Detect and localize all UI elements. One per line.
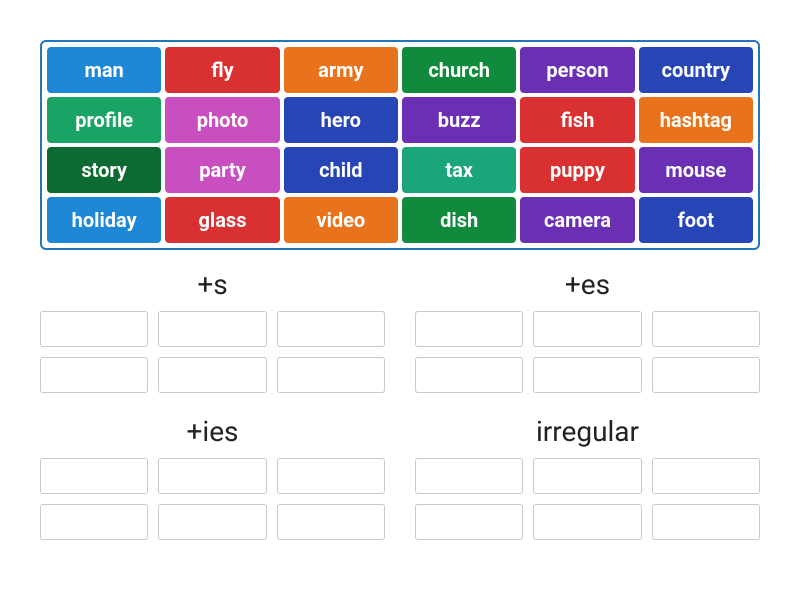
word-tile-mouse[interactable]: mouse [639,147,753,193]
drop-slot[interactable] [158,357,266,393]
word-tile-tax[interactable]: tax [402,147,516,193]
drop-slot[interactable] [415,311,523,347]
word-tile-holiday[interactable]: holiday [47,197,161,243]
drop-slot[interactable] [277,458,385,494]
drop-slot[interactable] [40,311,148,347]
word-tile-army[interactable]: army [284,47,398,93]
word-tile-puppy[interactable]: puppy [520,147,634,193]
word-tile-man[interactable]: man [47,47,161,93]
word-tile-dish[interactable]: dish [402,197,516,243]
drop-grid [40,458,385,540]
word-tile-child[interactable]: child [284,147,398,193]
drop-slot[interactable] [158,458,266,494]
word-tile-party[interactable]: party [165,147,279,193]
word-tile-foot[interactable]: foot [639,197,753,243]
drop-slot[interactable] [40,504,148,540]
word-tile-person[interactable]: person [520,47,634,93]
word-tile-profile[interactable]: profile [47,97,161,143]
drop-slot[interactable] [533,311,641,347]
category-title: +ies [40,415,385,448]
word-tile-camera[interactable]: camera [520,197,634,243]
drop-slot[interactable] [652,357,760,393]
word-bank: manflyarmychurchpersoncountry profilephot… [40,40,760,250]
word-tile-church[interactable]: church [402,47,516,93]
category-title: irregular [415,415,760,448]
word-tile-story[interactable]: story [47,147,161,193]
drop-grid [40,311,385,393]
drop-slot[interactable] [533,458,641,494]
category-+es: +es [415,268,760,393]
category-title: +s [40,268,385,301]
drop-slot[interactable] [158,504,266,540]
drop-slot[interactable] [277,311,385,347]
category-title: +es [415,268,760,301]
word-tile-buzz[interactable]: buzz [402,97,516,143]
drop-slot[interactable] [652,504,760,540]
word-tile-video[interactable]: video [284,197,398,243]
drop-slot[interactable] [415,458,523,494]
category-+ies: +ies [40,415,385,540]
word-tile-glass[interactable]: glass [165,197,279,243]
drop-slot[interactable] [415,357,523,393]
word-tile-fly[interactable]: fly [165,47,279,93]
drop-slot[interactable] [158,311,266,347]
word-tile-fish[interactable]: fish [520,97,634,143]
drop-slot[interactable] [415,504,523,540]
drop-slot[interactable] [652,311,760,347]
drop-slot[interactable] [40,357,148,393]
category-irregular: irregular [415,415,760,540]
drop-slot[interactable] [652,458,760,494]
drop-slot[interactable] [40,458,148,494]
drop-slot[interactable] [533,504,641,540]
word-tile-hashtag[interactable]: hashtag [639,97,753,143]
categories-grid: +s +es +ies irregular [40,268,760,540]
drop-slot[interactable] [533,357,641,393]
drop-grid [415,458,760,540]
category-+s: +s [40,268,385,393]
drop-grid [415,311,760,393]
drop-slot[interactable] [277,357,385,393]
word-tile-hero[interactable]: hero [284,97,398,143]
word-tile-photo[interactable]: photo [165,97,279,143]
word-tile-country[interactable]: country [639,47,753,93]
drop-slot[interactable] [277,504,385,540]
